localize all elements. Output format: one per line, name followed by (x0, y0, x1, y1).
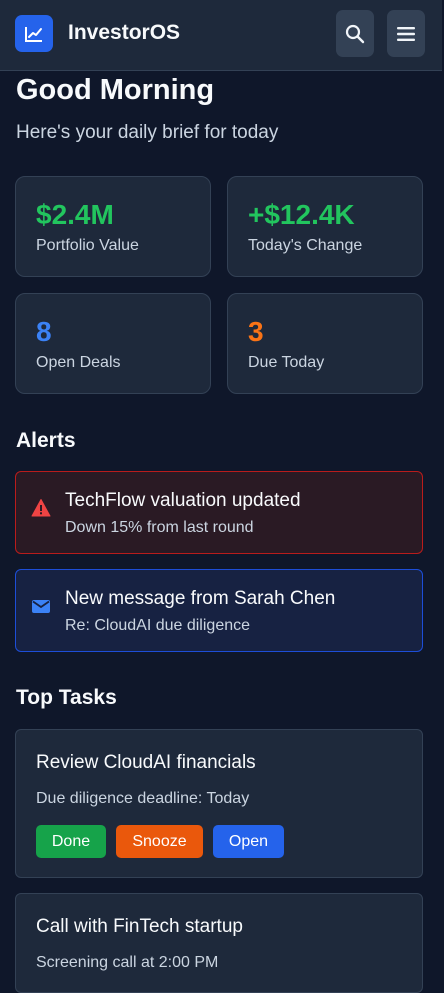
task-card-cloudai[interactable]: Review CloudAI financials Due diligence … (15, 729, 423, 878)
snooze-button[interactable]: Snooze (116, 825, 203, 858)
hamburger-menu-icon (397, 26, 415, 41)
stat-label: Today's Change (248, 237, 363, 254)
app-title: InvestorOS (68, 21, 181, 44)
stat-value: +$12.4K (248, 199, 355, 230)
stat-value: 3 (248, 316, 264, 347)
task-card-fintech[interactable]: Call with FinTech startup Screening call… (15, 893, 423, 993)
alerts-section-title: Alerts (16, 429, 76, 452)
stat-card-portfolio-value[interactable]: $2.4M Portfolio Value (15, 176, 211, 277)
alert-title: TechFlow valuation updated (65, 490, 301, 511)
done-button[interactable]: Done (36, 825, 106, 858)
stat-card-open-deals[interactable]: 8 Open Deals (15, 293, 211, 394)
task-subtitle: Due diligence deadline: Today (36, 790, 250, 807)
stat-value: $2.4M (36, 199, 114, 230)
search-icon (345, 24, 365, 43)
alert-item-message[interactable]: New message from Sarah Chen Re: CloudAI … (15, 569, 423, 652)
chart-line-icon (25, 26, 42, 42)
alert-subtitle: Down 15% from last round (65, 519, 254, 536)
envelope-icon (32, 600, 50, 613)
top-bar: InvestorOS (0, 0, 442, 71)
open-button[interactable]: Open (213, 825, 284, 858)
stat-label: Portfolio Value (36, 237, 139, 254)
stat-value: 8 (36, 316, 52, 347)
alert-item-valuation[interactable]: TechFlow valuation updated Down 15% from… (15, 471, 423, 554)
stat-card-due-today[interactable]: 3 Due Today (227, 293, 423, 394)
task-title: Review CloudAI financials (36, 752, 256, 773)
menu-button[interactable] (387, 10, 425, 57)
task-subtitle: Screening call at 2:00 PM (36, 954, 219, 971)
stat-label: Open Deals (36, 354, 121, 371)
tasks-section-title: Top Tasks (16, 686, 117, 709)
stat-label: Due Today (248, 354, 325, 371)
alert-subtitle: Re: CloudAI due diligence (65, 617, 251, 634)
page-subtitle: Here's your daily brief for today (16, 122, 279, 143)
stat-card-todays-change[interactable]: +$12.4K Today's Change (227, 176, 423, 277)
search-button[interactable] (336, 10, 374, 57)
app-logo[interactable] (15, 15, 53, 52)
alert-title: New message from Sarah Chen (65, 588, 336, 609)
task-title: Call with FinTech startup (36, 916, 243, 937)
page-title: Good Morning (16, 74, 215, 106)
warning-triangle-icon (31, 499, 51, 517)
